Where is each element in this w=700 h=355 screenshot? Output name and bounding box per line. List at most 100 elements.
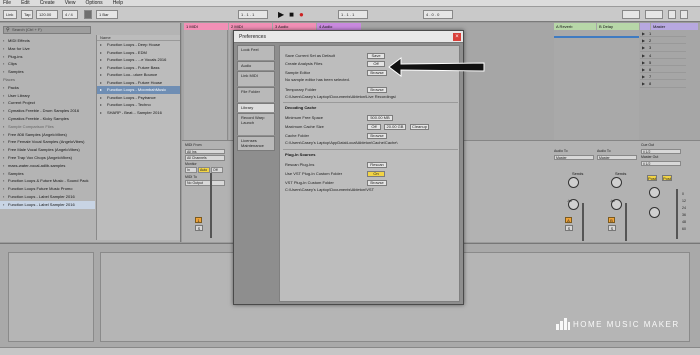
- place-item[interactable]: ▪ Sample Comparison Files: [0, 123, 95, 131]
- scene-launch[interactable]: 7: [640, 73, 686, 81]
- create-analysis-toggle[interactable]: Off: [367, 61, 385, 67]
- scene-launch[interactable]: 2: [640, 37, 686, 45]
- monitor-off[interactable]: Off: [211, 167, 223, 173]
- midi-to-select[interactable]: No Output: [185, 180, 225, 186]
- menu-help[interactable]: Help: [113, 0, 123, 6]
- track-header-blank[interactable]: [640, 23, 650, 30]
- file-row[interactable]: ▸ Function Loops - Future Bass: [97, 64, 180, 72]
- arrangement-position[interactable]: 1 . 1 . 1: [238, 10, 268, 19]
- link-button[interactable]: Link: [3, 10, 17, 19]
- scene-launch[interactable]: 3: [640, 44, 686, 52]
- file-row[interactable]: ▸ Function Loops - ...e Vocals 2016: [97, 56, 180, 64]
- tab-file-folder[interactable]: File Folder: [237, 87, 275, 102]
- cue-volume-knob[interactable]: [649, 187, 660, 198]
- place-item[interactable]: ▪ Free Trap Vox Chops (AngeloVibes): [0, 154, 95, 162]
- tab-link-midi[interactable]: Link MIDI: [237, 71, 275, 86]
- master-out-select[interactable]: ii 1/2: [641, 160, 681, 166]
- volume-fader-1[interactable]: [210, 173, 212, 238]
- place-item[interactable]: ▪ Free Female Vocal Samples (AngeloVibes): [0, 138, 95, 146]
- tab-library[interactable]: Library: [237, 103, 275, 112]
- file-row[interactable]: ▸ SHARP - Beat... Sampler 2016: [97, 109, 180, 117]
- min-free-space-field[interactable]: 500.00 MB: [367, 115, 393, 121]
- category-max-for-live[interactable]: ▪ Max for Live: [0, 45, 95, 53]
- cache-folder-browse[interactable]: Browse: [367, 133, 387, 139]
- signature-field[interactable]: 4 / 4: [62, 10, 78, 19]
- place-item[interactable]: ▪ Current Project: [0, 99, 95, 107]
- place-item[interactable]: ▪ Function Loops Future Music Promo: [0, 185, 95, 193]
- temporary-folder-browse[interactable]: Browse: [367, 87, 387, 93]
- file-row-selected[interactable]: ▸ Function Loops - MoombahMusic: [97, 86, 180, 94]
- place-item[interactable]: ▪ Cymatics Freebie - Kicky Samples: [0, 115, 95, 123]
- clip-slot-column[interactable]: [184, 30, 228, 140]
- loop-length-field[interactable]: 4 . 0 . 0: [423, 10, 453, 19]
- solo-button-b[interactable]: S: [608, 225, 616, 231]
- file-row[interactable]: ▸ Function Loops - Psytrance: [97, 94, 180, 102]
- use-vst-custom-toggle[interactable]: On: [367, 171, 385, 177]
- tab-look-feel[interactable]: Look Feel: [237, 45, 275, 60]
- place-item[interactable]: ▪ Packs: [0, 84, 95, 92]
- key-map-button[interactable]: [622, 10, 640, 19]
- tempo-field[interactable]: 120.00: [36, 10, 58, 19]
- return-track-b[interactable]: B Delay: [597, 23, 639, 30]
- play-icon[interactable]: ▶: [278, 11, 284, 19]
- place-item[interactable]: ▪ Samples: [0, 170, 95, 178]
- solo-button-1[interactable]: S: [195, 225, 203, 231]
- post-button-master[interactable]: Post: [662, 175, 672, 181]
- return-activator-b[interactable]: B: [608, 217, 615, 223]
- file-row[interactable]: ▸ Function Loo...uture Bounce: [97, 71, 180, 79]
- midi-from-select[interactable]: All Ins: [185, 148, 225, 154]
- category-midi-effects[interactable]: ▪ MIDI Effects: [0, 37, 95, 45]
- quantize-select[interactable]: 1 Bar: [96, 10, 118, 19]
- place-item[interactable]: ▪ Function Loops & Future Music - Sound P…: [0, 177, 95, 185]
- tap-button[interactable]: Tap: [21, 10, 33, 19]
- max-cache-size-field[interactable]: 20.00 GB: [384, 124, 406, 130]
- master-pan-knob[interactable]: [649, 207, 660, 218]
- volume-fader-b[interactable]: [625, 203, 627, 241]
- file-row[interactable]: ▸ Function Loops - Deep House: [97, 41, 180, 49]
- track-header-1[interactable]: 1 MIDI: [184, 23, 228, 30]
- track-header-4[interactable]: 4 Audio: [317, 23, 361, 30]
- vst-custom-folder-browse[interactable]: Browse: [367, 180, 387, 186]
- place-item[interactable]: ▪ Cymatics Freebie - Drum Samples 2016: [0, 107, 95, 115]
- category-clips[interactable]: ▪ Clips: [0, 60, 95, 68]
- audio-to-select[interactable]: Master: [597, 154, 637, 160]
- tab-record-warp-launch[interactable]: Record Warp Launch: [237, 113, 275, 135]
- place-item[interactable]: ▪ User Library: [0, 92, 95, 100]
- master-track-header[interactable]: Master: [651, 23, 698, 30]
- menu-edit[interactable]: Edit: [21, 0, 30, 6]
- close-icon[interactable]: ×: [453, 33, 461, 41]
- save-default-button[interactable]: Save: [367, 53, 385, 59]
- sample-editor-browse[interactable]: Browse: [367, 70, 387, 76]
- midi-map-button[interactable]: [645, 10, 663, 19]
- device-drop-area[interactable]: [8, 252, 94, 342]
- category-plug-ins[interactable]: ▪ Plug-ins: [0, 53, 95, 61]
- tab-audio[interactable]: Audio: [237, 61, 275, 70]
- record-icon[interactable]: ●: [299, 11, 304, 19]
- track-header-3[interactable]: 3 Audio: [273, 23, 316, 30]
- return-track-a[interactable]: A Reverb: [554, 23, 596, 30]
- place-item[interactable]: ▪ Function Loops - Label Sampler 2016: [0, 200, 95, 209]
- scene-launch[interactable]: 5: [640, 59, 686, 66]
- tab-licenses-maintenance[interactable]: Licenses Maintenance: [237, 136, 275, 151]
- post-button[interactable]: Post: [647, 175, 657, 181]
- monitor-auto[interactable]: Auto: [198, 167, 210, 173]
- file-row[interactable]: ▸ Function Loops - EDM: [97, 49, 180, 57]
- scene-launch[interactable]: 8: [640, 80, 686, 88]
- menu-view[interactable]: View: [65, 0, 76, 6]
- menu-create[interactable]: Create: [40, 0, 55, 6]
- menu-file[interactable]: File: [3, 0, 11, 6]
- monitor-in[interactable]: In: [185, 167, 197, 173]
- file-row[interactable]: ▸ Function Loops - Future House: [97, 79, 180, 87]
- volume-fader-a[interactable]: [582, 203, 584, 241]
- rescan-button[interactable]: Rescan: [367, 162, 387, 168]
- browser-search-input[interactable]: ⚲ Search (Ctrl + F): [3, 26, 91, 34]
- place-item[interactable]: ▪ Free Male Vocal Samples (AngeloVibes): [0, 146, 95, 154]
- scene-launch[interactable]: 4: [640, 52, 686, 59]
- place-item[interactable]: ▪ maxs-water-vocal-adlib-samples: [0, 162, 95, 170]
- scene-launch[interactable]: 1: [640, 30, 686, 37]
- place-item[interactable]: ▪ Free 808 Samples (AngeloVibes): [0, 131, 95, 139]
- channel-select[interactable]: All Channels: [185, 155, 225, 161]
- metronome-icon[interactable]: [84, 10, 92, 19]
- loop-start-field[interactable]: 1 . 1 . 1: [338, 10, 368, 19]
- send-knob-a[interactable]: [568, 177, 579, 188]
